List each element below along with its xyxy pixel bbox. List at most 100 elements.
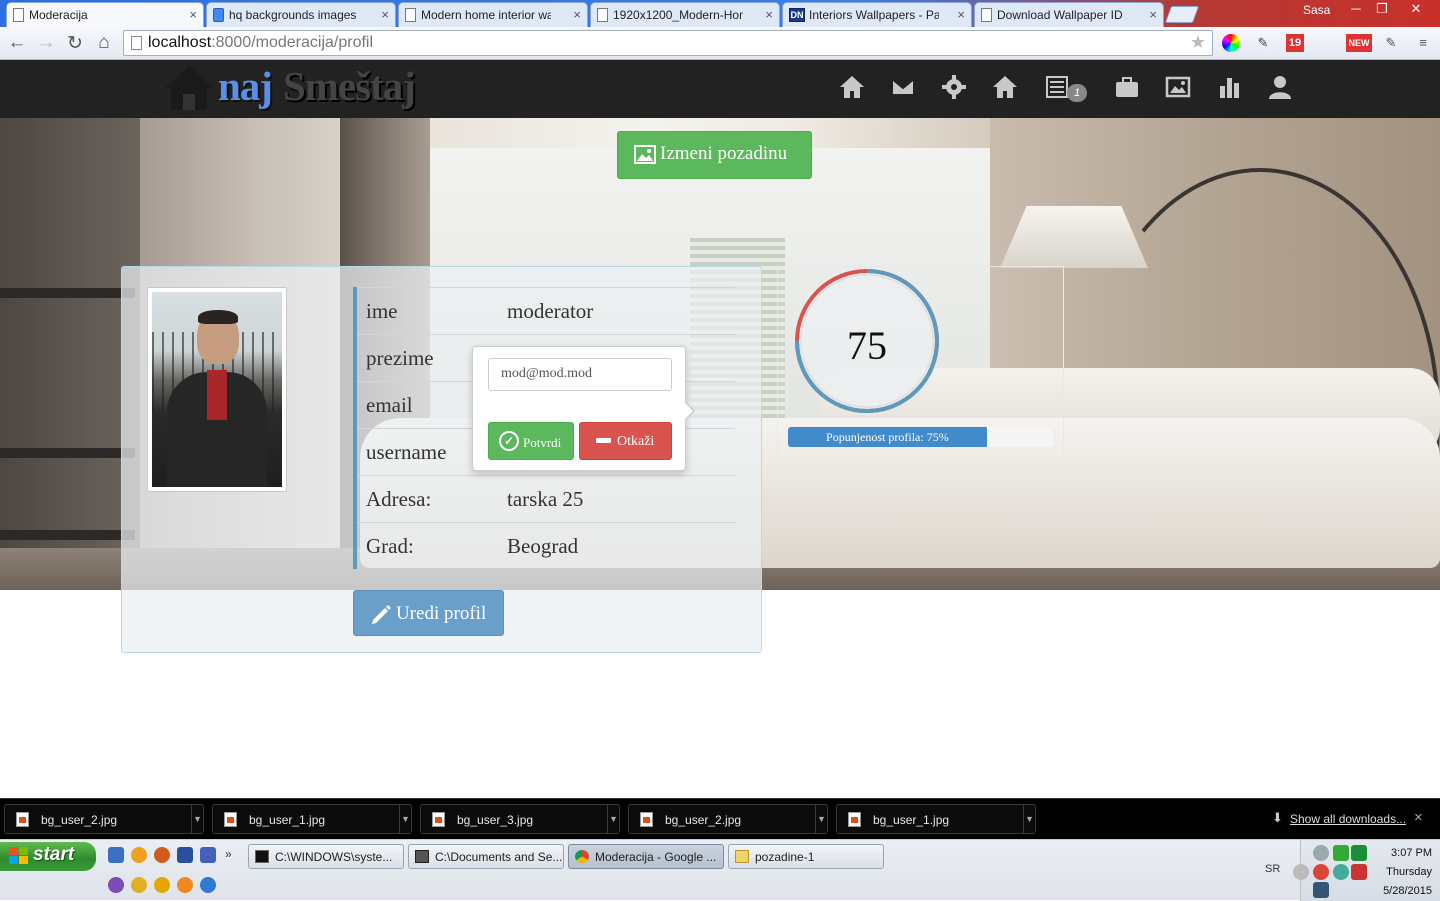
nav-mail-icon[interactable] (888, 74, 918, 104)
quicklaunch-ie-icon[interactable] (108, 847, 124, 863)
logo-house-icon (165, 66, 213, 110)
restore-icon[interactable]: ❐ (1370, 1, 1394, 19)
downloads-bar: bg_user_2.jpg ▼ bg_user_1.jpg ▼ bg_user_3.… (0, 798, 1440, 839)
close-icon[interactable]: × (573, 7, 581, 22)
download-item[interactable]: bg_user_2.jpg ▼ (628, 804, 828, 834)
show-all-downloads-link[interactable]: Show all downloads... (1290, 812, 1406, 826)
tab-title: hq backgrounds images inter (229, 8, 359, 22)
quicklaunch-ie2-icon[interactable] (200, 877, 216, 893)
browser-toolbar: ← → ↻ ⌂ localhost:8000/moderacija/profil… (0, 27, 1440, 60)
start-button[interactable]: start (0, 842, 96, 871)
close-icon[interactable]: × (1149, 7, 1157, 22)
download-item[interactable]: bg_user_2.jpg ▼ (4, 804, 204, 834)
chevron-down-icon[interactable]: ▼ (815, 805, 827, 833)
tray-expand-icon[interactable] (1293, 864, 1309, 880)
taskbar-chrome[interactable]: Moderacija - Google ... (568, 844, 724, 869)
taskbar-folder[interactable]: pozadine-1 (728, 844, 884, 869)
close-icon[interactable]: × (189, 7, 197, 22)
quicklaunch-firefox2-icon[interactable] (177, 877, 193, 893)
chevron-down-icon[interactable]: ▼ (191, 805, 203, 833)
taskbar-documents[interactable]: C:\Documents and Se... (408, 844, 564, 869)
site-navbar: naj Smeštaj (0, 60, 1440, 118)
close-icon[interactable]: × (381, 7, 389, 22)
chevron-down-icon[interactable]: ▼ (1023, 805, 1035, 833)
nav-home-icon[interactable] (837, 74, 867, 104)
dark-wall (0, 118, 140, 590)
progress-fill: Popunjenost profila: 75% (788, 427, 987, 447)
profile-row-ime: ime moderator (357, 287, 735, 334)
quicklaunch-tool-icon[interactable] (131, 877, 147, 893)
close-icon[interactable]: × (957, 7, 965, 22)
shelf (0, 288, 135, 298)
tray-chrome-icon[interactable] (1313, 864, 1329, 880)
gmail-count: 19 (1288, 37, 1302, 49)
tab-moderacija[interactable]: Moderacija × (6, 2, 204, 28)
chevron-down-icon[interactable]: ▼ (607, 805, 619, 833)
quicklaunch-media-icon[interactable] (154, 877, 170, 893)
language-indicator[interactable]: SR (1265, 863, 1280, 875)
reload-icon[interactable]: ↻ (64, 32, 86, 55)
page-icon (981, 8, 992, 22)
wrench-extension-icon[interactable]: ✎ (1382, 34, 1400, 52)
nav-briefcase-icon[interactable] (1112, 74, 1142, 104)
change-background-button[interactable]: Izmeni pozadinu (617, 131, 812, 179)
tab-interiors-wallpapers[interactable]: DN Interiors Wallpapers - Page × (782, 2, 972, 27)
close-window-icon[interactable]: ✕ (1404, 1, 1428, 19)
bookmark-star-icon[interactable]: ★ (1190, 32, 1206, 53)
row-label: email (366, 393, 413, 417)
nav-settings-icon[interactable] (939, 74, 969, 104)
shelf (0, 448, 135, 458)
home-icon[interactable]: ⌂ (93, 32, 115, 54)
tray-network-icon[interactable] (1313, 882, 1329, 898)
pen-extension-icon[interactable]: ✎ (1254, 34, 1272, 52)
popover-arrow (684, 401, 695, 421)
tab-download-wallpaper[interactable]: Download Wallpaper ID 1200 × (974, 2, 1164, 27)
chrome-menu-icon[interactable]: ≡ (1414, 34, 1432, 52)
edit-profile-button[interactable]: Uredi profil (353, 590, 504, 636)
back-icon[interactable]: ← (6, 32, 28, 54)
quicklaunch-app-icon[interactable] (177, 847, 193, 863)
taskbar-cmd[interactable]: C:\WINDOWS\syste... (248, 844, 404, 869)
page-icon (13, 8, 24, 22)
profile-row-grad: Grad: Beograd (357, 522, 735, 569)
download-item[interactable]: bg_user_3.jpg ▼ (420, 804, 620, 834)
close-icon[interactable]: × (1414, 809, 1423, 826)
download-item[interactable]: bg_user_1.jpg ▼ (836, 804, 1036, 834)
chevron-down-icon[interactable]: ▼ (399, 805, 411, 833)
avatar[interactable] (147, 287, 287, 492)
nav-accommodation-icon[interactable] (990, 74, 1020, 104)
address-bar[interactable]: localhost:8000/moderacija/profil ★ (123, 30, 1213, 56)
color-picker-extension-icon[interactable] (1222, 34, 1240, 52)
tray-notify-icon[interactable] (1313, 845, 1329, 861)
confirm-button[interactable]: ✓ Potvrdi (488, 422, 574, 460)
row-value[interactable]: Beograd (507, 534, 578, 559)
quicklaunch-save-icon[interactable] (200, 847, 216, 863)
quicklaunch-viber-icon[interactable] (108, 877, 124, 893)
chrome-icon (575, 850, 589, 863)
row-value[interactable]: moderator (507, 299, 593, 324)
tab-hq-backgrounds[interactable]: hq backgrounds images inter × (206, 2, 396, 27)
row-value[interactable]: tarska 25 (507, 487, 583, 512)
gmail-extension-icon[interactable]: 19 (1286, 34, 1304, 52)
new-tab-button[interactable] (1164, 6, 1200, 23)
tab-title: Modern home interior wallpa (421, 8, 551, 22)
nav-stats-icon[interactable] (1214, 74, 1244, 104)
minimize-icon[interactable]: ─ (1344, 1, 1368, 19)
profile-user-name[interactable]: Sasa (1303, 3, 1330, 17)
tab-1920x1200[interactable]: 1920x1200_Modern-Home-I × (590, 2, 780, 27)
nav-picture-icon[interactable] (1163, 74, 1193, 104)
clock[interactable]: 3:07 PM Thursday 5/28/2015 (1340, 844, 1432, 901)
download-filename: bg_user_2.jpg (665, 813, 742, 827)
cancel-button[interactable]: Otkaži (579, 422, 672, 460)
email-field[interactable]: mod@mod.mod (488, 358, 672, 391)
download-filename: bg_user_1.jpg (249, 813, 326, 827)
nav-user-icon[interactable] (1265, 74, 1295, 104)
tab-modern-home[interactable]: Modern home interior wallpa × (398, 2, 588, 27)
new-extension-icon[interactable]: NEW (1346, 34, 1372, 52)
quicklaunch-browser-icon[interactable] (154, 847, 170, 863)
quicklaunch-more-icon[interactable]: » (225, 847, 241, 863)
close-icon[interactable]: × (765, 7, 773, 22)
download-item[interactable]: bg_user_1.jpg ▼ (212, 804, 412, 834)
quicklaunch-firefox-icon[interactable] (131, 847, 147, 863)
forward-icon[interactable]: → (35, 32, 57, 54)
